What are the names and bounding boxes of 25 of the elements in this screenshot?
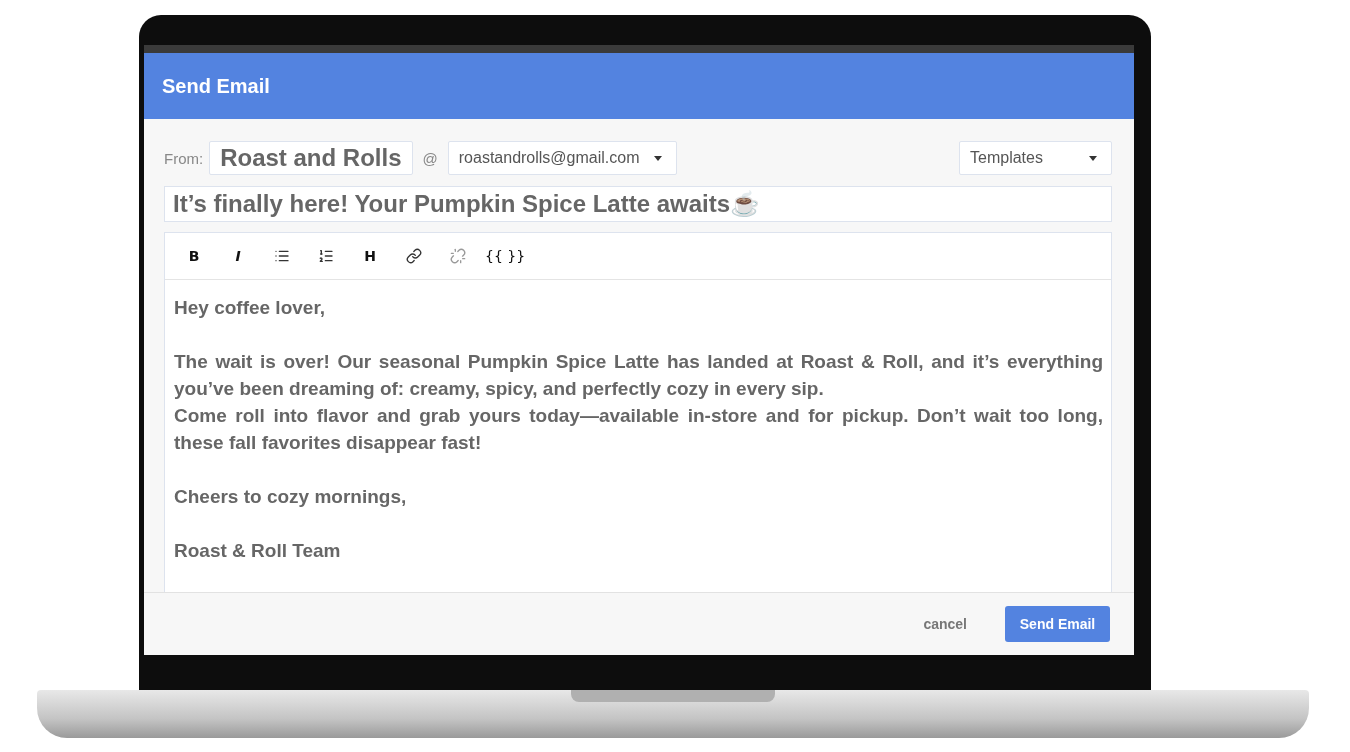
caret-icon xyxy=(1089,155,1097,161)
format-button[interactable]: B xyxy=(177,241,211,271)
bulleted-list-icon xyxy=(274,248,290,264)
templates-dropdown[interactable]: Templates xyxy=(959,141,1112,175)
sender-name-field[interactable]: Roast and Rolls xyxy=(209,141,413,175)
body-paragraph: Cheers to cozy mornings, xyxy=(174,485,408,509)
format-button[interactable]: I xyxy=(221,241,255,271)
format-button[interactable]: {{ }} xyxy=(485,241,526,271)
at-sign: @ xyxy=(422,149,438,167)
body-paragraph: Roast & Roll Team xyxy=(174,539,342,563)
send-email-button[interactable]: Send Email xyxy=(1005,606,1110,642)
from-label: From: xyxy=(164,149,204,167)
format-button[interactable]: H xyxy=(353,241,387,271)
body-paragraph: Hey coffee lover, xyxy=(174,296,327,320)
sender-address-dropdown[interactable]: roastandrolls@gmail.com xyxy=(447,141,677,175)
caret-icon xyxy=(653,155,662,161)
body-paragraph: The wait is over! Our seasonal Pumpkin Spice Latte has landed at Roast & Roll, and it’s everything you’ve been dreaming of: creamy, spicy, and perfectly cozy in every sip. xyxy=(174,350,1103,401)
unlink-icon xyxy=(450,248,466,264)
link-icon xyxy=(406,248,422,264)
subject-field[interactable]: It’s finally here! Your Pumpkin Spice Latte awaits☕ xyxy=(164,186,1112,222)
email-editor[interactable] xyxy=(164,232,1112,592)
cancel-button[interactable]: cancel xyxy=(917,615,973,633)
dialog-title: Send Email xyxy=(162,74,270,98)
body-paragraph: Come roll into flavor and grab yours today—available in-store and for pickup. Don’t wait too long, these fall favorites disappear fast! xyxy=(174,404,1103,455)
numbered-list-icon xyxy=(318,248,334,264)
